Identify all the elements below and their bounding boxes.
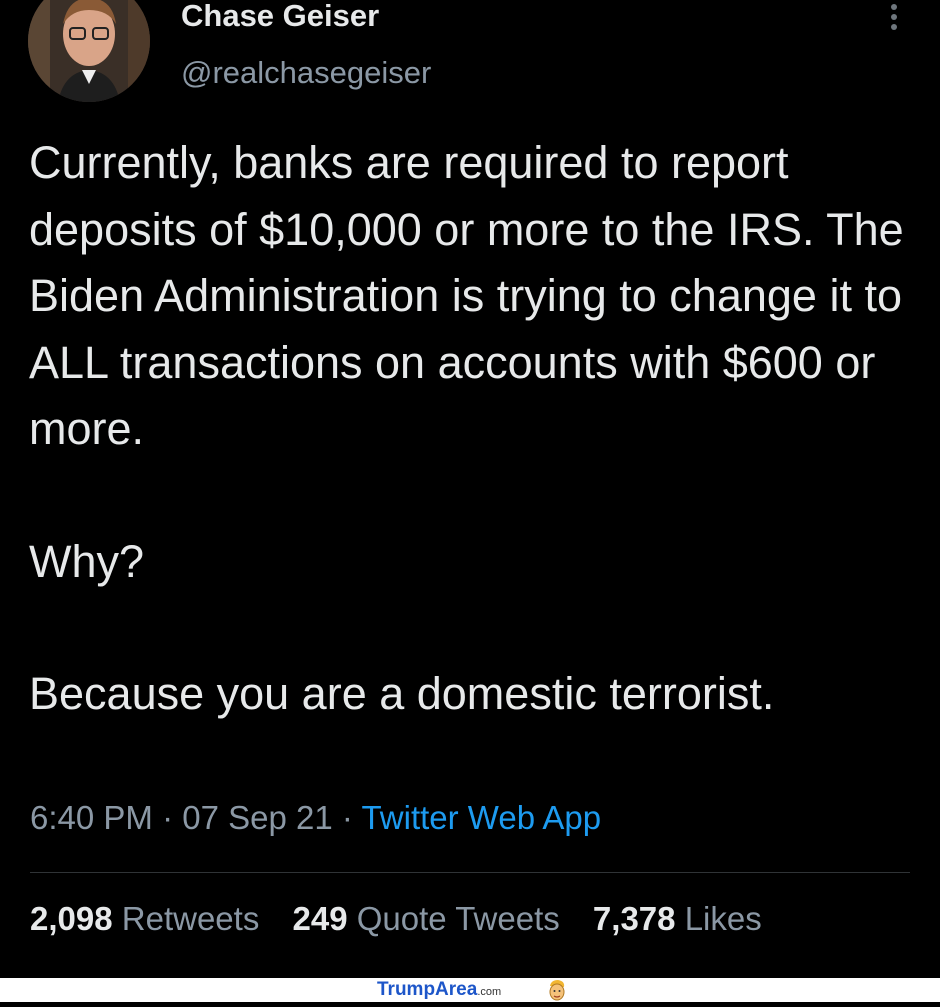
watermark: TrumpArea.com: [377, 979, 501, 1001]
retweets-label: Retweets: [121, 900, 260, 937]
separator: ·: [332, 799, 362, 836]
display-name[interactable]: Chase Geiser: [181, 0, 379, 34]
likes-stat[interactable]: 7,378 Likes: [593, 900, 762, 937]
tweet-source-link[interactable]: Twitter Web App: [361, 799, 601, 836]
watermark-suffix: .com: [477, 986, 502, 998]
quote-tweets-stat[interactable]: 249 Quote Tweets: [293, 900, 560, 937]
tweet-paragraph: Why?: [29, 535, 145, 587]
cartoon-face-icon: [545, 978, 569, 1002]
tweet-date[interactable]: 07 Sep 21: [182, 799, 332, 836]
retweets-stat[interactable]: 2,098 Retweets: [30, 900, 259, 937]
tweet-stats: 2,098 Retweets 249 Quote Tweets 7,378 Li…: [30, 900, 786, 938]
likes-count: 7,378: [592, 900, 676, 937]
tweet-paragraph: Because you are a domestic terrorist.: [29, 668, 775, 719]
watermark-bar: TrumpArea.com: [0, 978, 940, 1002]
user-handle[interactable]: @realchasegeiser: [181, 55, 431, 91]
tweet-text: Currently, banks are required to report …: [29, 130, 919, 728]
quote-tweets-label: Quote Tweets: [356, 900, 560, 937]
watermark-brand: TrumpArea: [377, 979, 478, 1000]
retweets-count: 2,098: [30, 900, 113, 937]
tweet-time[interactable]: 6:40 PM: [30, 799, 153, 836]
tweet-paragraph: Currently, banks are required to report …: [29, 137, 904, 454]
likes-label: Likes: [684, 900, 762, 937]
more-vertical-icon[interactable]: [884, 4, 904, 36]
avatar[interactable]: [28, 0, 150, 102]
tweet-metadata: 6:40 PM · 07 Sep 21 · Twitter Web App: [30, 799, 601, 837]
divider: [30, 872, 910, 873]
separator: ·: [152, 799, 183, 836]
tweet-card: Chase Geiser @realchasegeiser Currently,…: [0, 0, 940, 978]
quote-tweets-count: 249: [292, 900, 348, 937]
